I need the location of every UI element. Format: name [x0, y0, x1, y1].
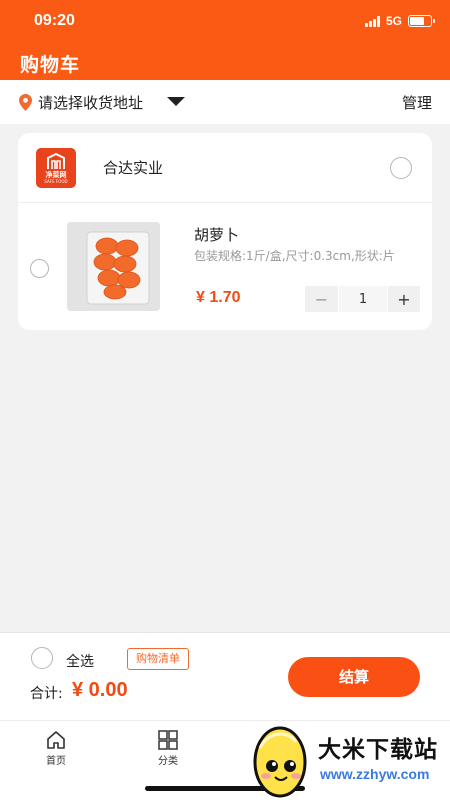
battery-icon	[408, 15, 435, 27]
network-type: 5G	[385, 14, 402, 28]
signal-icon	[364, 15, 380, 27]
status-indicators: 5G	[364, 14, 435, 28]
total-value: ¥ 0.00	[72, 679, 128, 701]
product-price: ¥ 1.70	[196, 289, 241, 306]
product-name[interactable]: 胡萝卜	[194, 224, 239, 245]
location-pin-icon	[19, 94, 32, 111]
watermark-url: www.zzhyw.com	[320, 766, 430, 782]
select-all-radio[interactable]	[31, 647, 53, 669]
product-image[interactable]	[67, 222, 160, 311]
decrease-quantity-button[interactable]: −	[305, 286, 338, 312]
tab-label: 首页	[46, 756, 66, 767]
caret-down-icon[interactable]	[167, 97, 185, 106]
shop-logo: 净菜网 SAFE FOOD	[36, 148, 76, 188]
watermark-text: 大米下载站	[318, 737, 438, 763]
tab-home[interactable]: 首页	[26, 730, 86, 767]
checkout-button[interactable]: 结算	[288, 657, 420, 697]
logo-text: 净菜网	[45, 171, 67, 179]
storefront-icon	[47, 153, 65, 169]
select-all-label[interactable]: 全选	[66, 651, 94, 671]
page-title: 购物车	[20, 54, 81, 76]
shop-card: 净菜网 SAFE FOOD 合达实业 胡萝卜 包装规格:1斤/盒,尺寸:0.3c…	[18, 133, 432, 330]
item-select-radio[interactable]	[30, 259, 49, 278]
watermark: 大米下载站 www.zzhyw.com	[240, 718, 450, 800]
shop-name[interactable]: 合达实业	[103, 157, 163, 178]
status-time: 09:20	[34, 12, 75, 29]
shopping-list-button[interactable]: 购物清单	[127, 648, 189, 670]
divider	[18, 202, 432, 203]
logo-subtext: SAFE FOOD	[44, 179, 68, 184]
mascot-logo	[253, 726, 307, 798]
checkout-bar: 全选 购物清单 合计: ¥ 0.00 结算	[0, 632, 450, 720]
tab-label: 分类	[158, 756, 178, 767]
quantity-value[interactable]: 1	[339, 286, 387, 312]
address-selector[interactable]: 请选择收货地址	[38, 92, 143, 113]
tab-category[interactable]: 分类	[138, 730, 198, 767]
total-label: 合计:	[30, 686, 63, 702]
app-header: 09:20 5G 购物车	[0, 0, 450, 80]
home-icon	[47, 731, 65, 749]
grid-icon	[158, 730, 178, 750]
shop-select-radio[interactable]	[390, 157, 412, 179]
increase-quantity-button[interactable]: +	[388, 286, 420, 312]
product-spec: 包装规格:1斤/盒,尺寸:0.3cm,形状:片	[194, 249, 395, 263]
address-bar: 请选择收货地址 管理	[0, 80, 450, 124]
manage-button[interactable]: 管理	[402, 92, 432, 113]
quantity-stepper: − 1 +	[305, 286, 420, 312]
